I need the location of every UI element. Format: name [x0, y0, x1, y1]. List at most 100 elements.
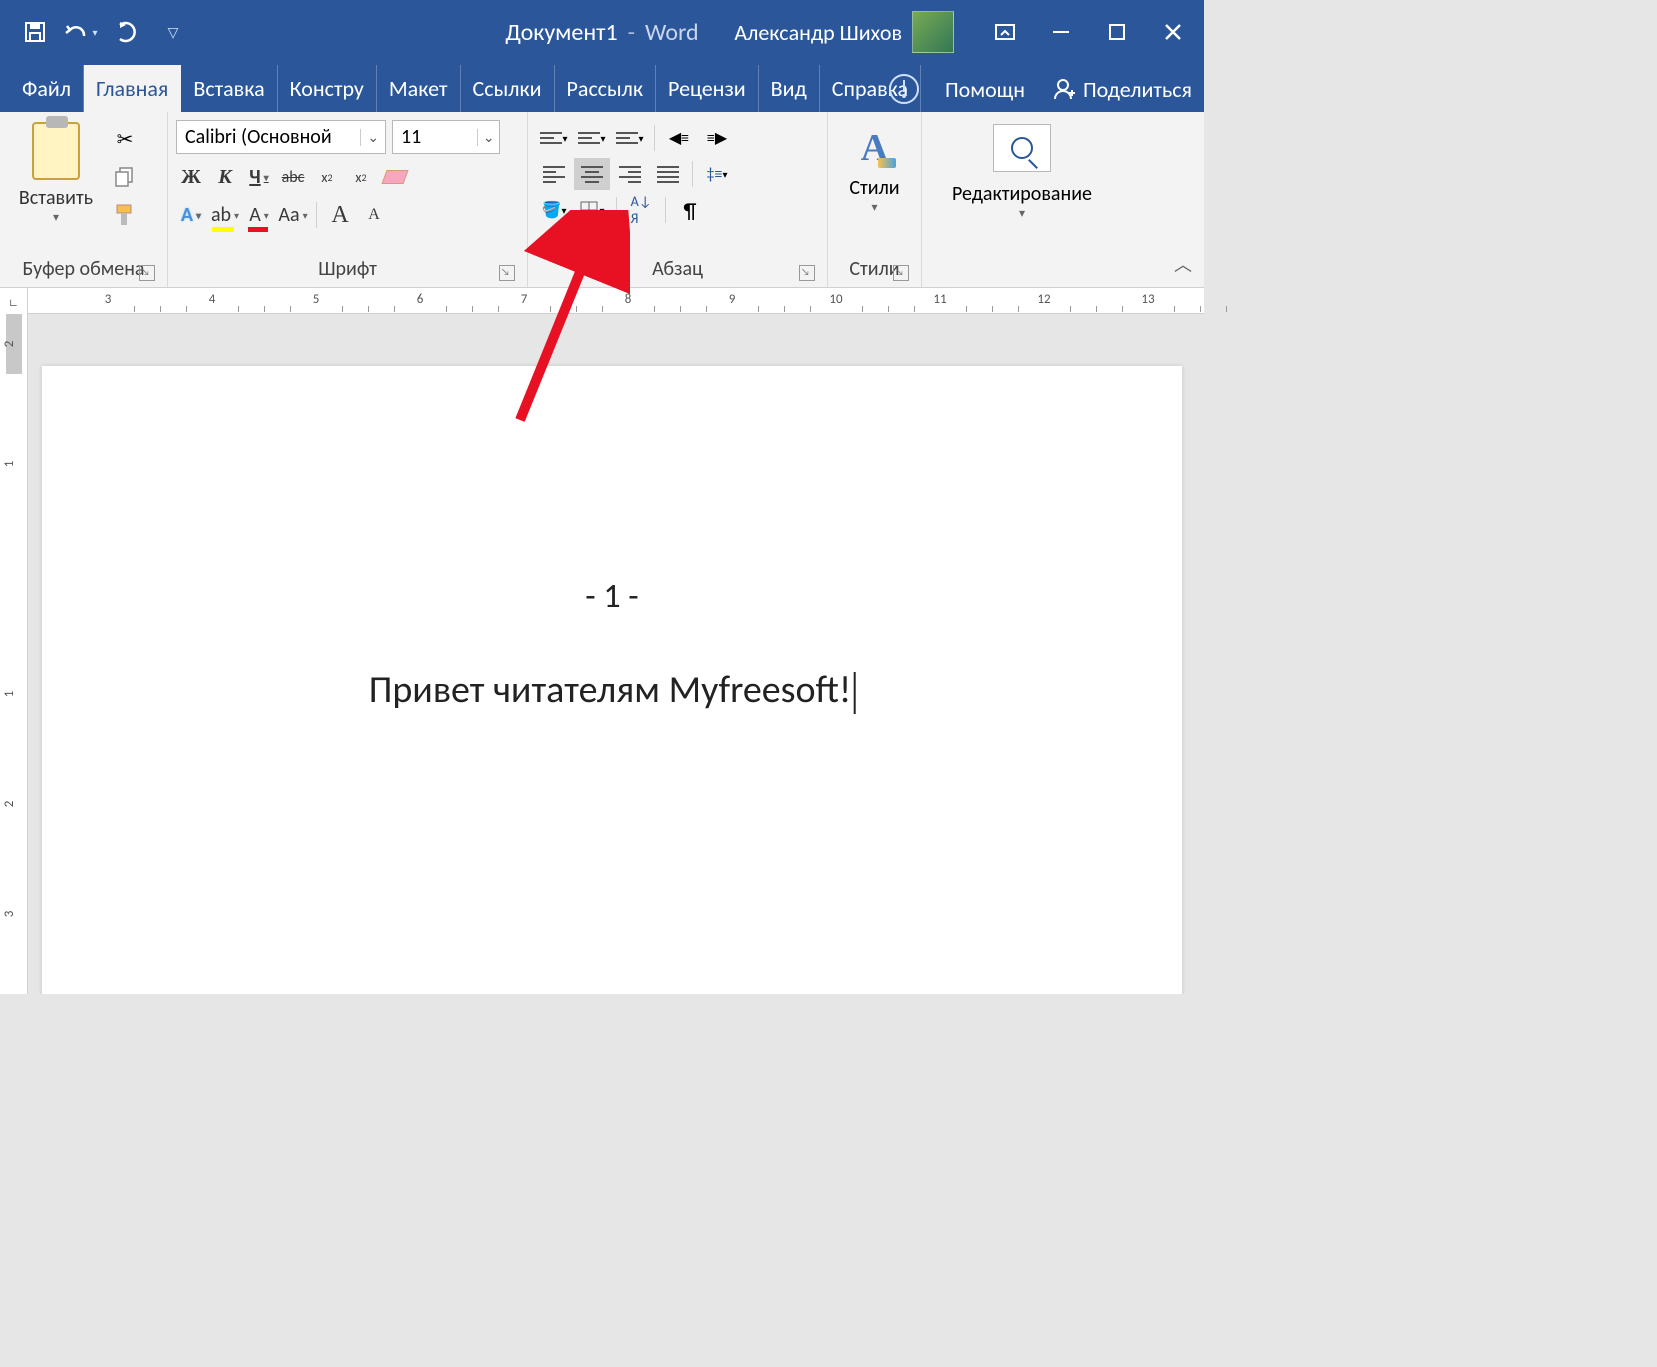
tab-selector[interactable]: ∟ [0, 288, 28, 314]
page-body-text[interactable]: Привет читателям Myfreesoft! [369, 667, 856, 714]
tab-file[interactable]: Файл [0, 65, 84, 112]
save-icon [23, 20, 47, 44]
eraser-icon [381, 170, 408, 184]
change-case-button[interactable]: Aa▾ [278, 200, 308, 230]
superscript-button[interactable]: x2 [346, 162, 376, 192]
undo-icon [64, 22, 90, 42]
font-name-input[interactable] [177, 125, 360, 149]
tab-design[interactable]: Констру [278, 65, 377, 112]
search-icon [1011, 137, 1033, 159]
tab-insert[interactable]: Вставка [181, 65, 277, 112]
copy-icon [114, 166, 136, 188]
chevron-down-icon: ▾ [53, 210, 59, 225]
outdent-icon: ◀≡ [669, 128, 689, 148]
dialog-launcher[interactable] [499, 265, 515, 281]
align-left-button[interactable] [536, 158, 572, 190]
font-size-combo[interactable]: ⌄ [392, 120, 500, 154]
paste-button[interactable]: Вставить ▾ [8, 118, 104, 253]
font-name-combo[interactable]: ⌄ [176, 120, 386, 154]
indent-icon: ≡▶ [707, 128, 727, 148]
window-controls [982, 12, 1196, 52]
editing-button[interactable]: Редактирование ▾ [930, 118, 1114, 253]
chevron-down-icon[interactable]: ⌄ [477, 129, 499, 146]
cut-button[interactable]: ✂ [110, 124, 140, 154]
font-size-input[interactable] [393, 125, 477, 149]
clear-formatting-button[interactable] [380, 162, 410, 192]
tell-me-label[interactable]: Помощн [945, 76, 1025, 103]
format-painter-button[interactable] [110, 200, 140, 230]
sort-icon: А↓Я [631, 193, 652, 227]
dialog-launcher[interactable] [893, 265, 909, 281]
minimize-button[interactable] [1038, 12, 1084, 52]
strikethrough-button[interactable]: abc [278, 162, 308, 192]
align-center-button[interactable] [574, 158, 610, 190]
group-clipboard: Вставить ▾ ✂ Буфер обмена [0, 112, 168, 287]
account-area[interactable]: Александр Шихов [734, 11, 954, 53]
paste-label: Вставить [19, 186, 93, 210]
chevron-down-icon[interactable]: ⌄ [360, 129, 385, 146]
undo-button[interactable]: ▾ [64, 15, 98, 49]
highlight-button[interactable]: ab▾ [210, 200, 240, 230]
show-marks-button[interactable]: ¶ [672, 194, 708, 226]
group-styles: A Стили ▾ Стили [828, 112, 922, 287]
page-header-text[interactable]: - 1 - [42, 366, 1182, 617]
tell-me-icon[interactable] [889, 74, 919, 104]
maximize-icon [1107, 22, 1127, 42]
find-icon-box [993, 124, 1051, 172]
align-right-button[interactable] [612, 158, 648, 190]
font-color-button[interactable]: A▾ [244, 200, 274, 230]
multilevel-icon [616, 132, 638, 144]
qat-customize-button[interactable]: ▽ [156, 15, 190, 49]
copy-button[interactable] [110, 162, 140, 192]
tab-home[interactable]: Главная [84, 65, 181, 112]
underline-button[interactable]: Ч▾ [244, 162, 274, 192]
grow-font-button[interactable]: A [325, 200, 355, 230]
multilevel-button[interactable]: ▾ [612, 122, 648, 154]
ribbon-options-button[interactable] [982, 12, 1028, 52]
page[interactable]: - 1 - Привет читателям Myfreesoft! [42, 366, 1182, 994]
window-title: Документ1-Word [505, 18, 698, 47]
redo-icon [115, 20, 139, 44]
tab-review[interactable]: Рецензи [656, 65, 759, 112]
tab-mailings[interactable]: Рассылк [555, 65, 656, 112]
shading-button[interactable]: 🪣▾ [536, 194, 572, 226]
styles-label: Стили [836, 176, 913, 200]
scissors-icon: ✂ [117, 127, 134, 152]
group-paragraph: ▾ ▾ ▾ ◀≡ ≡▶ ‡≡▾ 🪣▾ ▾ А↓Я ¶ [528, 112, 828, 287]
justify-button[interactable] [650, 158, 686, 190]
save-button[interactable] [18, 15, 52, 49]
tab-layout[interactable]: Макет [377, 65, 461, 112]
bold-button[interactable]: Ж [176, 162, 206, 192]
app-name: Word [645, 18, 699, 47]
borders-button[interactable]: ▾ [574, 194, 610, 226]
share-button[interactable]: Поделиться [1051, 76, 1192, 103]
numbering-button[interactable]: ▾ [574, 122, 610, 154]
styles-icon: A [861, 126, 888, 170]
tab-references[interactable]: Ссылки [461, 65, 555, 112]
collapse-ribbon-button[interactable]: ︿ [1174, 251, 1192, 277]
decrease-indent-button[interactable]: ◀≡ [661, 122, 697, 154]
horizontal-ruler[interactable]: ∟ 345678910111213 [0, 288, 1204, 314]
document-area: 21123 - 1 - Привет читателям Myfreesoft! [0, 314, 1204, 994]
line-spacing-button[interactable]: ‡≡▾ [699, 158, 735, 190]
italic-button[interactable]: К [210, 162, 240, 192]
line-spacing-icon: ‡≡ [707, 165, 723, 184]
close-button[interactable] [1150, 12, 1196, 52]
dialog-launcher[interactable] [799, 265, 815, 281]
shrink-font-button[interactable]: A [359, 200, 389, 230]
document-canvas[interactable]: - 1 - Привет читателям Myfreesoft! [28, 314, 1204, 994]
avatar [912, 11, 954, 53]
bullets-button[interactable]: ▾ [536, 122, 572, 154]
maximize-button[interactable] [1094, 12, 1140, 52]
bullets-icon [540, 132, 562, 144]
styles-button[interactable]: A Стили ▾ [836, 118, 913, 253]
dialog-launcher[interactable] [139, 265, 155, 281]
vertical-ruler[interactable]: 21123 [0, 314, 28, 994]
tab-view[interactable]: Вид [759, 65, 820, 112]
increase-indent-button[interactable]: ≡▶ [699, 122, 735, 154]
group-caption-styles: Стили [836, 253, 913, 287]
sort-button[interactable]: А↓Я [623, 194, 659, 226]
text-effects-button[interactable]: A▾ [176, 200, 206, 230]
subscript-button[interactable]: x2 [312, 162, 342, 192]
redo-button[interactable] [110, 15, 144, 49]
